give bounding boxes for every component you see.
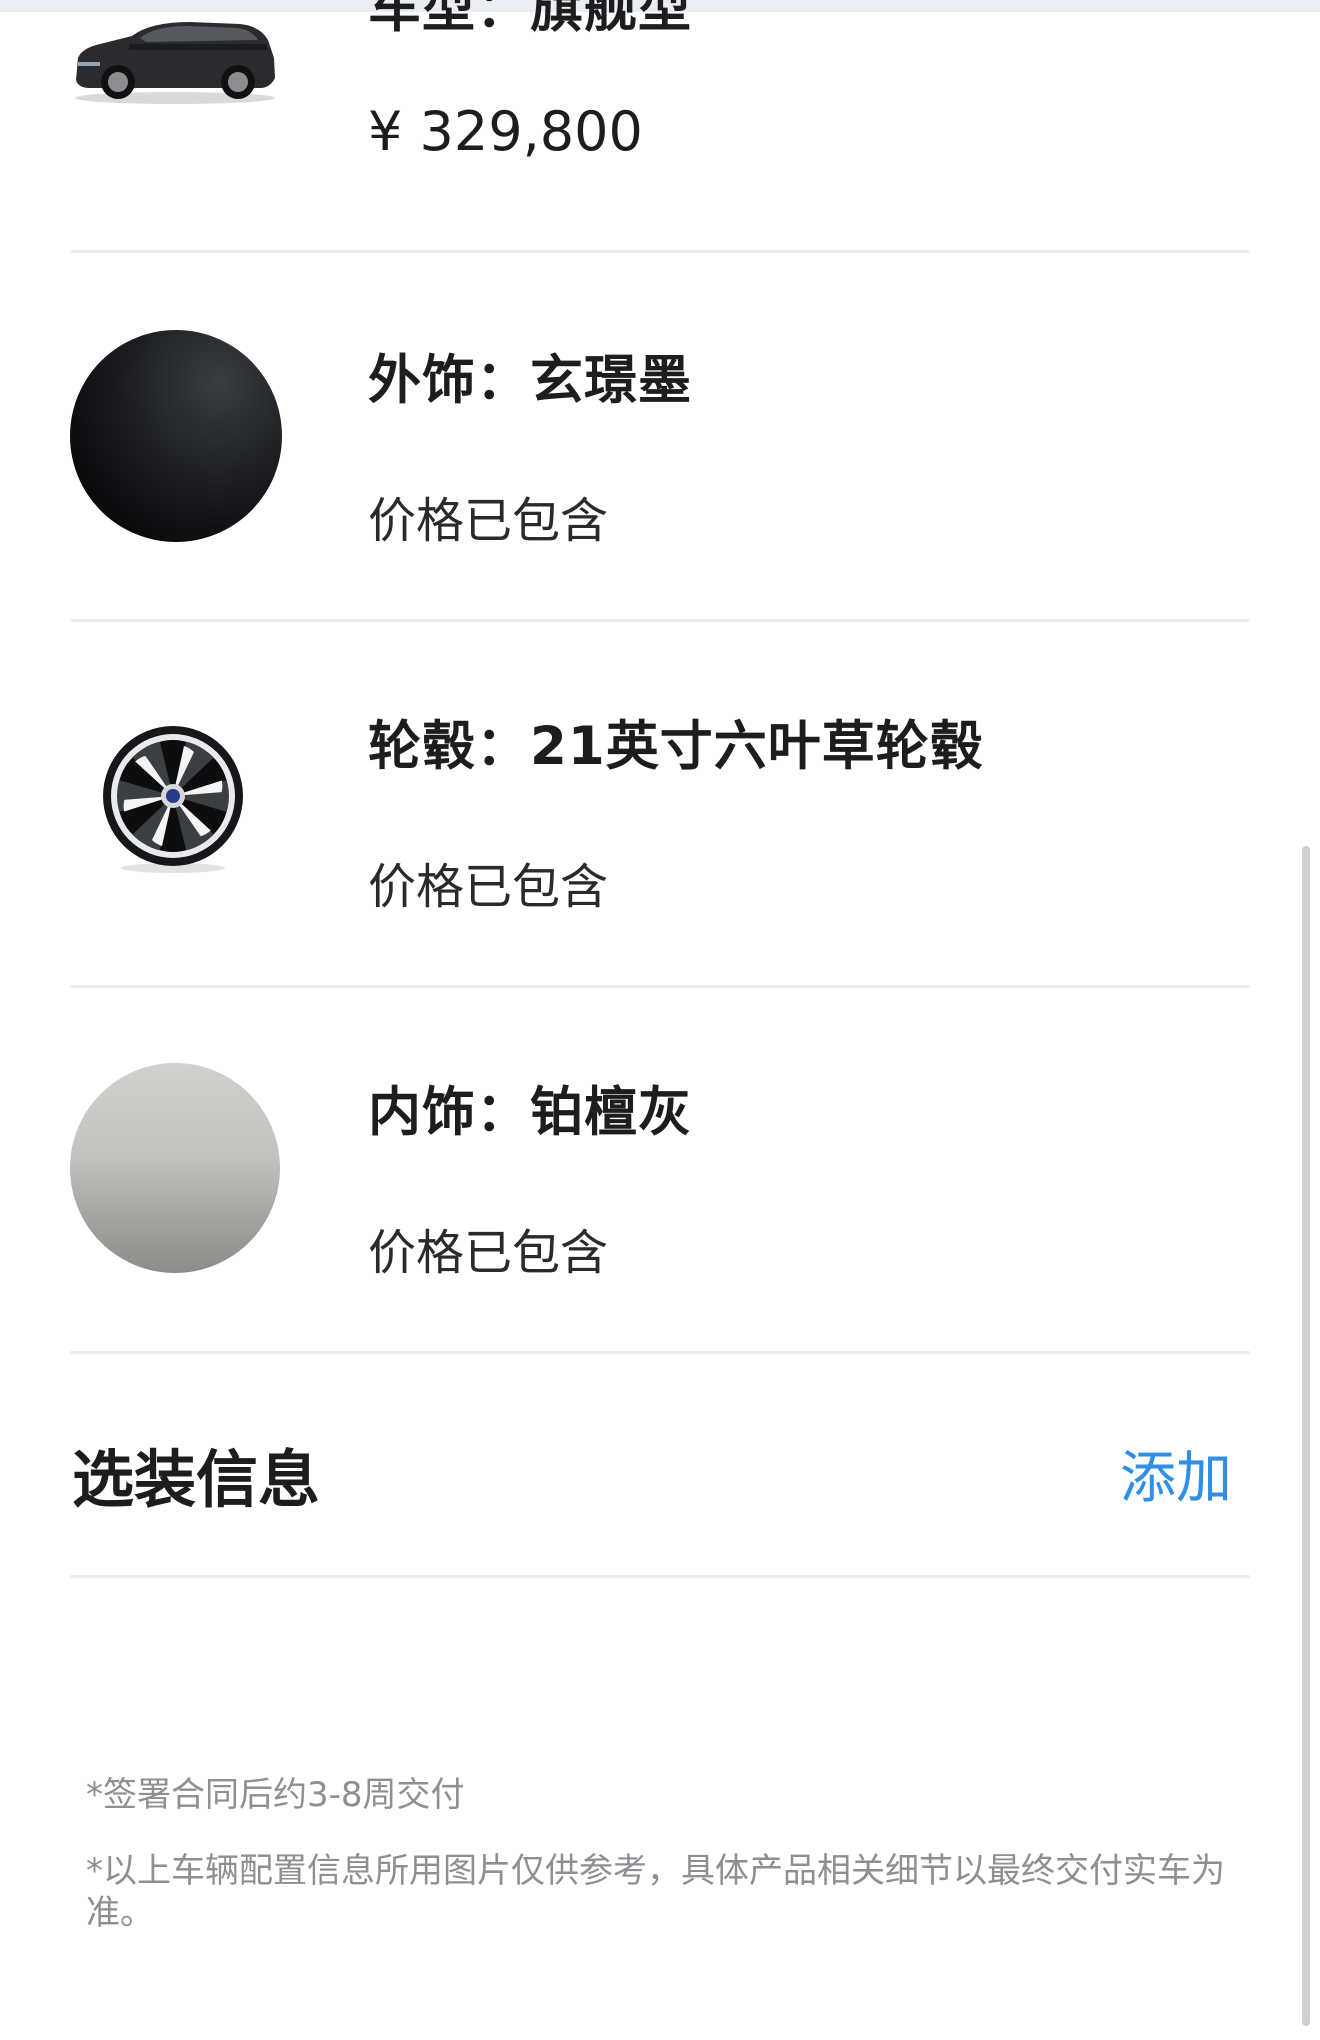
wheel-row[interactable]: 轮毂：21英寸六叶草轮毂 价格已包含	[70, 619, 1250, 988]
vehicle-model-title: 车型：旗舰型	[368, 0, 692, 39]
vehicle-price: ¥ 329,800	[368, 100, 643, 163]
interior-color-row[interactable]: 内饰：铂檀灰 价格已包含	[70, 985, 1250, 1354]
wheel-price-note: 价格已包含	[368, 859, 609, 915]
optional-equipment-title: 选装信息	[72, 1443, 321, 1516]
suv-car-icon	[70, 18, 280, 106]
vehicle-model-row: 车型：旗舰型 ¥ 329,800	[70, 0, 1250, 253]
interior-color-swatch	[70, 1063, 280, 1273]
interior-color-title: 内饰：铂檀灰	[368, 1082, 692, 1143]
image-disclaimer-note: *以上车辆配置信息所用图片仅供参考，具体产品相关细节以最终交付实车为准。	[86, 1851, 1225, 1933]
optional-equipment-row: 选装信息 添加	[70, 1351, 1250, 1578]
exterior-color-row[interactable]: 外饰：玄璟墨 价格已包含	[70, 253, 1250, 622]
delivery-time-note: *签署合同后约3-8周交付	[86, 1775, 465, 1815]
wheel-title: 轮毂：21英寸六叶草轮毂	[368, 716, 984, 777]
exterior-color-title: 外饰：玄璟墨	[368, 350, 692, 411]
exterior-color-swatch	[70, 330, 282, 542]
vertical-scrollbar[interactable]	[1302, 846, 1310, 2026]
order-config-sheet: 车型：旗舰型 ¥ 329,800 外饰：玄璟墨 价格已包含 轮毂：21英寸六叶草…	[0, 0, 1320, 2040]
wheel-rim-icon	[100, 724, 246, 874]
add-options-button[interactable]: 添加	[1120, 1433, 1232, 1514]
interior-price-note: 价格已包含	[368, 1225, 609, 1281]
exterior-price-note: 价格已包含	[368, 493, 609, 549]
